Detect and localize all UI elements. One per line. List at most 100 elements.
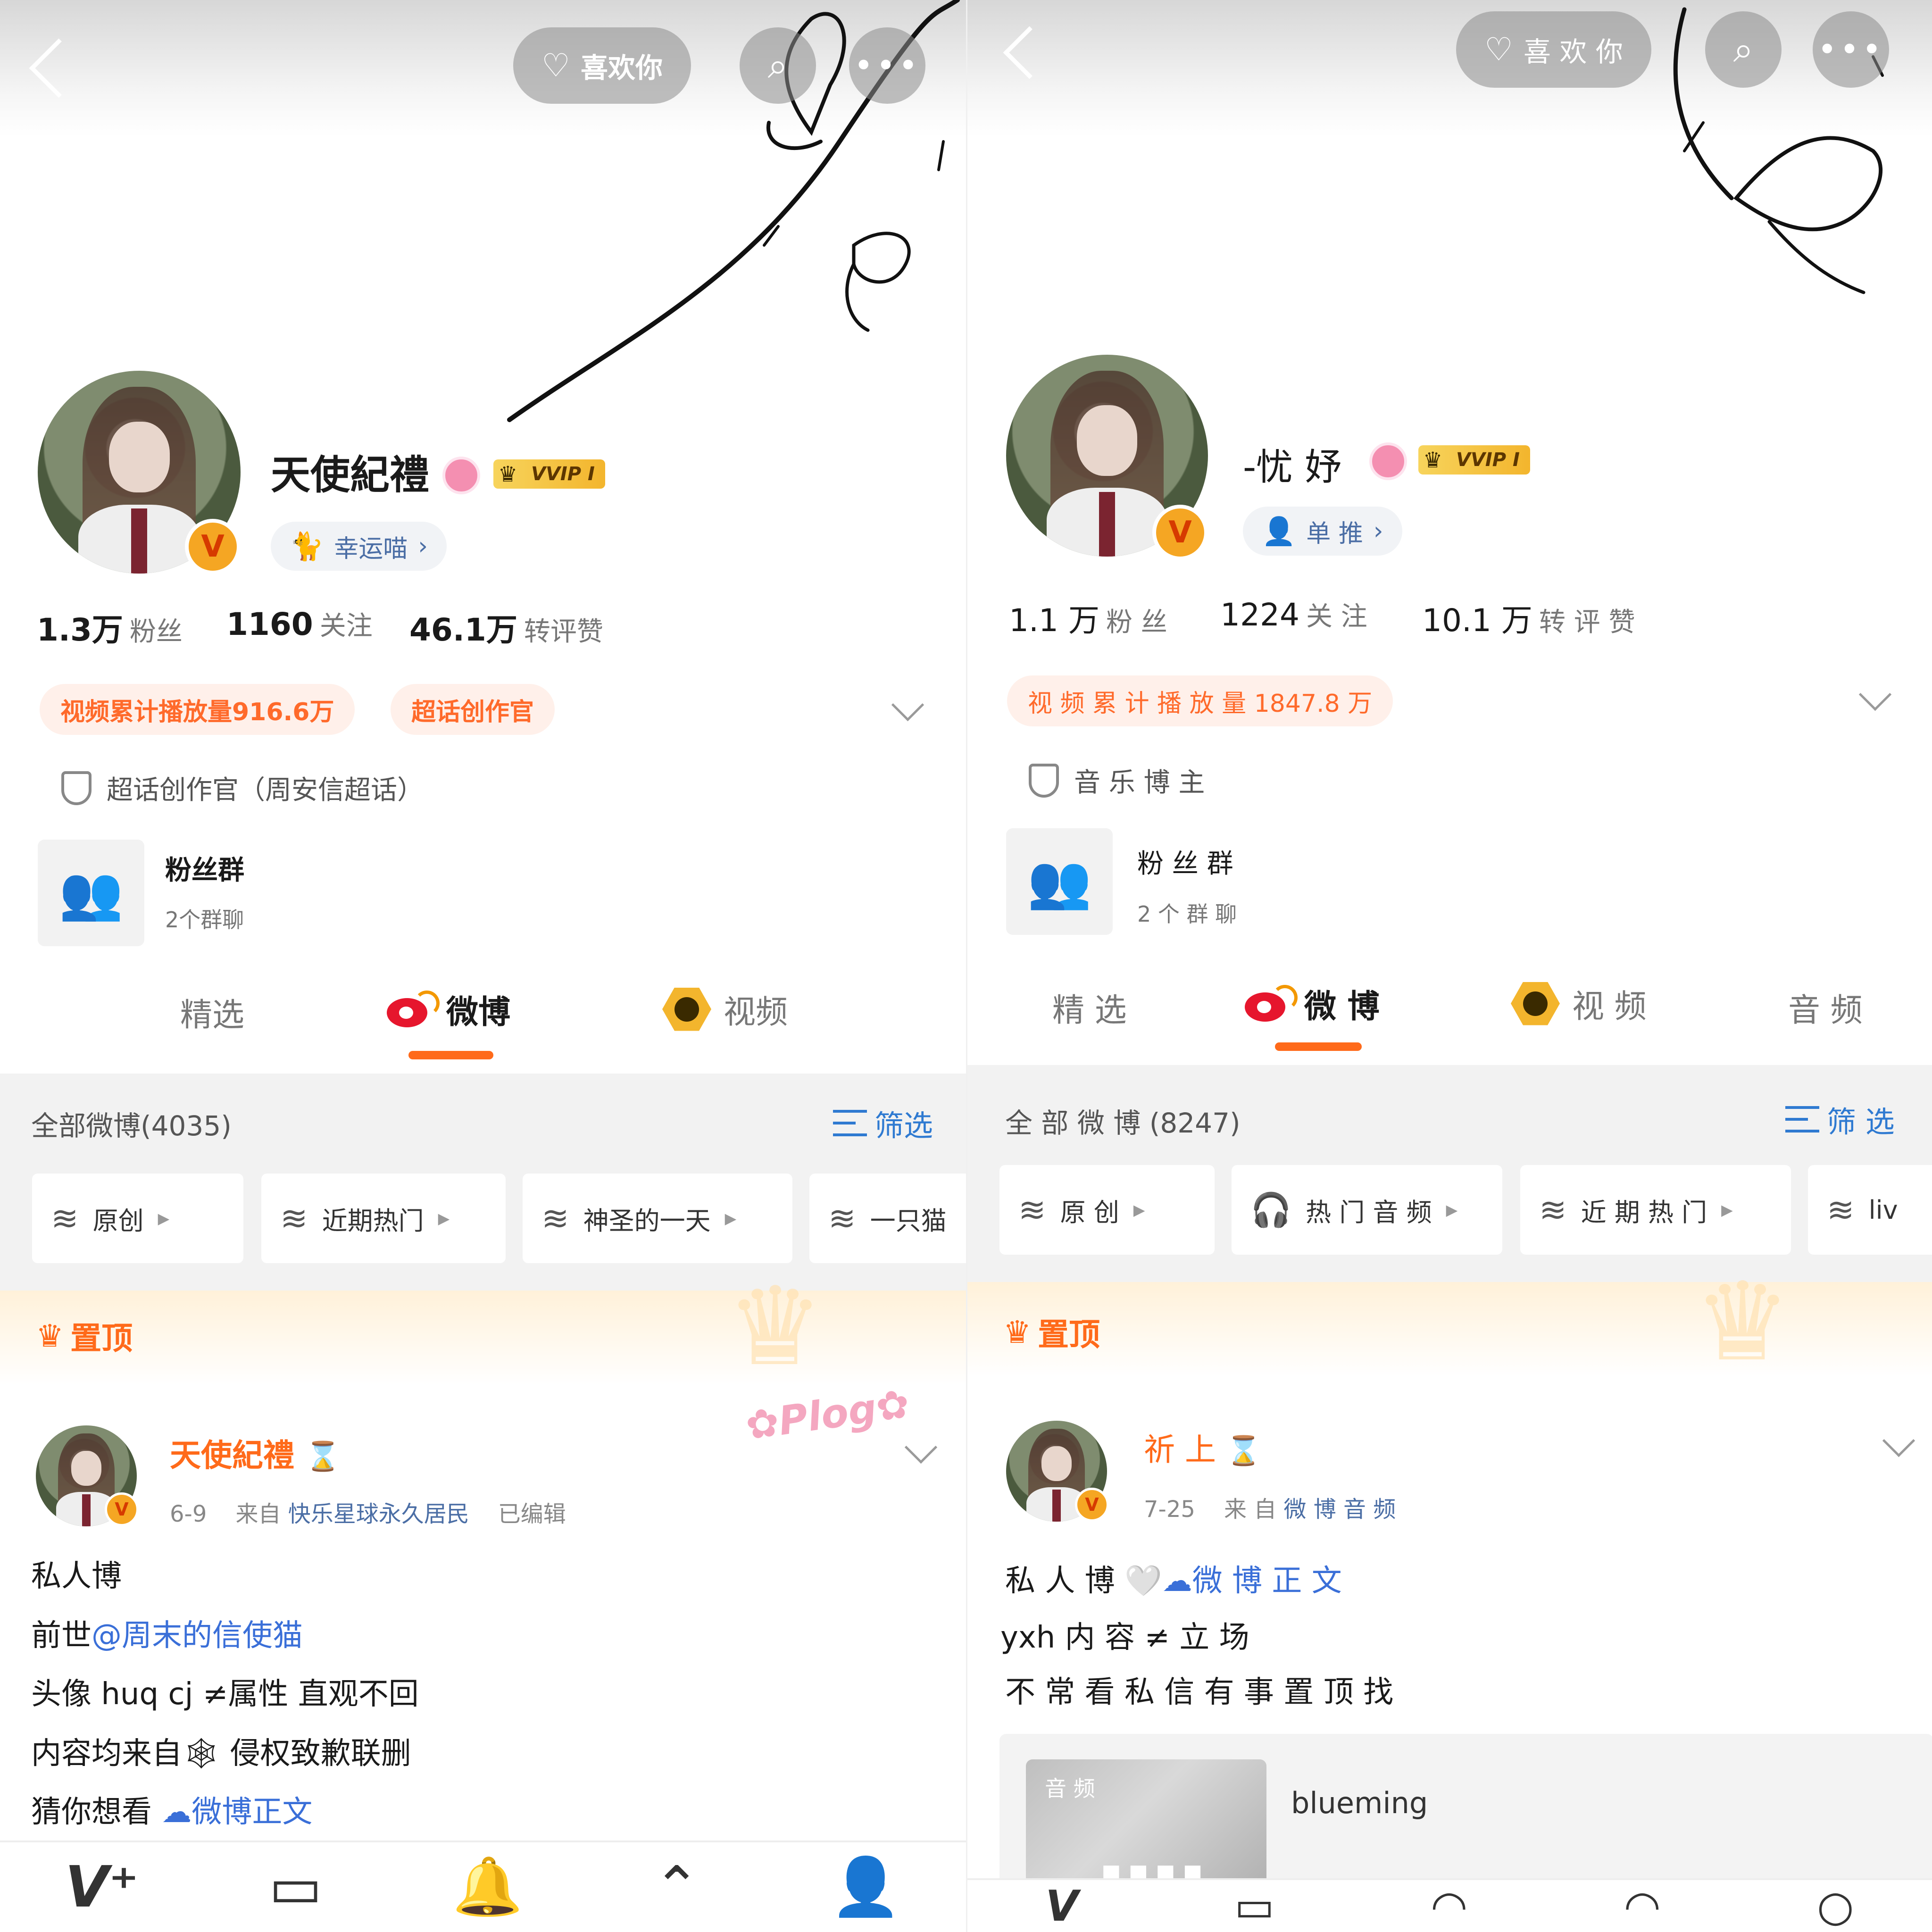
reposts-stat[interactable]: 10.1 万转 评 赞 <box>1422 595 1635 641</box>
following-stat[interactable]: 1160 关注 <box>226 605 373 643</box>
post-date: 7-25 <box>1144 1496 1195 1523</box>
chip-original[interactable]: ≋ 原创 ▶ <box>32 1174 243 1263</box>
group-icon: 👥 <box>58 862 124 923</box>
like-you-button[interactable]: ♡ 喜 欢 你 <box>1456 11 1651 88</box>
chip-hot-audio[interactable]: 🎧 热 门 音 频 ▶ <box>1232 1165 1502 1255</box>
chip-recent-hot[interactable]: ≋ 近期热门 ▶ <box>261 1174 506 1263</box>
chevron-down-icon[interactable] <box>891 688 924 722</box>
fan-group-title[interactable]: 粉 丝 群 <box>1137 842 1233 881</box>
post-meta: 6-9 来自 快乐星球永久居民 已编辑 <box>170 1495 566 1528</box>
profile-tag-pill[interactable]: 🐈 幸运喵 › <box>271 522 447 571</box>
tab-video[interactable]: 视 频 <box>1511 980 1647 1027</box>
video-logo-icon <box>662 987 711 1031</box>
cat-icon: 🐈 <box>290 530 324 562</box>
filter-icon <box>1785 1106 1819 1133</box>
pink-badge-icon[interactable] <box>1369 442 1407 480</box>
tab-weibo[interactable]: 微 博 <box>1245 980 1380 1027</box>
crown-icon: ♛ <box>498 461 518 487</box>
reposts-count: 10.1 万 <box>1422 602 1532 639</box>
fan-group-icon-box[interactable]: 👥 <box>38 840 144 946</box>
followers-label: 粉 丝 <box>1106 607 1167 638</box>
post-source-link[interactable]: 快乐星球永久居民 <box>288 1501 469 1527</box>
vvip-badge[interactable]: ♛ VVIP I <box>493 459 605 489</box>
post-line-2: yxh 内 容 ≠ 立 场 <box>1000 1620 1249 1655</box>
user-switch-icon[interactable]: ○ <box>1817 1882 1854 1931</box>
chip-a-cat[interactable]: ≋ 一只猫 <box>809 1174 966 1263</box>
tab-audio[interactable]: 音 频 <box>1788 984 1863 1031</box>
following-stat[interactable]: 1224 关 注 <box>1220 595 1367 633</box>
fan-group-title[interactable]: 粉丝群 <box>165 849 244 887</box>
post-menu-chevron-icon[interactable] <box>1882 1424 1915 1457</box>
followers-count: 1.3万 <box>37 612 123 648</box>
post-author-label: 天使紀禮 <box>170 1437 294 1474</box>
following-label: 关 注 <box>1306 601 1367 632</box>
all-posts-count: 全 部 微 博 (8247) <box>1005 1107 1241 1139</box>
filter-button[interactable]: 筛选 <box>833 1102 933 1144</box>
mention-link[interactable]: @周末的信使猫 <box>92 1618 303 1653</box>
bottom-toolbar: V⁺ ▭ 🔔 ⌃ 👤 <box>0 1840 966 1932</box>
post-line-3: 不 常 看 私 信 有 事 置 顶 找 <box>1005 1675 1394 1710</box>
weibo-article-link[interactable]: ☁微 博 正 文 <box>1162 1564 1342 1599</box>
search-button[interactable]: ⌕ <box>1705 11 1782 88</box>
post-author-name[interactable]: 祈 上 ⌛ <box>1144 1424 1261 1470</box>
certification-text: 音 乐 博 主 <box>1074 767 1205 798</box>
vvip-badge[interactable]: ♛ VVIP I <box>1418 445 1530 475</box>
fan-group-icon-box[interactable]: 👥 <box>1006 828 1113 935</box>
post-source-link[interactable]: 微 博 音 频 <box>1284 1496 1396 1523</box>
tab-video[interactable]: 视频 <box>662 986 788 1033</box>
post-menu-chevron-icon[interactable] <box>904 1431 938 1464</box>
certification-row: 音 乐 博 主 <box>1029 761 1205 799</box>
followers-label: 粉丝 <box>129 616 183 647</box>
post-line-3: 头像 huq cj ≠属性 直观不回 <box>31 1677 419 1712</box>
verified-badge-icon: V <box>185 519 241 575</box>
video-plays-badge[interactable]: 视 频 累 计 播 放 量 1847.8 万 <box>1007 675 1393 726</box>
reposts-stat[interactable]: 46.1万 转评赞 <box>409 605 603 650</box>
search-button[interactable]: ⌕ <box>740 27 816 104</box>
tab-weibo[interactable]: 微博 <box>387 986 510 1033</box>
more-button[interactable]: ••• <box>1813 11 1889 88</box>
chip-label: liv <box>1868 1195 1898 1225</box>
post-meta: 7-25 来 自 微 博 音 频 <box>1144 1491 1396 1524</box>
triangle-right-icon: ▶ <box>1446 1201 1458 1219</box>
vplus-icon[interactable]: V⁺ <box>65 1855 139 1920</box>
weibo-logo-icon <box>387 990 440 1028</box>
tab-featured[interactable]: 精选 <box>180 989 244 1035</box>
chip-live[interactable]: ≋ liv <box>1808 1165 1932 1255</box>
post-line-text: 前世 <box>31 1618 92 1653</box>
vplus-icon[interactable]: V <box>1045 1882 1078 1931</box>
super-topic-badge[interactable]: 超话创作官 <box>391 684 555 735</box>
more-button[interactable]: ••• <box>849 27 925 104</box>
comment-icon[interactable]: ▭ <box>1234 1882 1274 1931</box>
post-line-1: 私 人 博 🤍☁微 博 正 文 <box>1005 1557 1342 1600</box>
chip-holy-day[interactable]: ≋ 神圣的一天 ▶ <box>523 1174 792 1263</box>
tab-featured[interactable]: 精 选 <box>1052 984 1127 1031</box>
chevron-right-icon: › <box>418 532 428 560</box>
followers-stat[interactable]: 1.1 万粉 丝 <box>1009 595 1167 641</box>
headphones-icon: 🎧 <box>1250 1190 1292 1229</box>
like-you-button[interactable]: ♡ 喜欢你 <box>513 27 691 104</box>
bell-add-icon[interactable]: ◠ <box>1431 1882 1468 1931</box>
chip-label: 热 门 音 频 <box>1306 1197 1432 1227</box>
audio-title[interactable]: blueming <box>1291 1786 1428 1820</box>
chip-original[interactable]: ≋ 原 创 ▶ <box>999 1165 1215 1255</box>
pink-badge-icon[interactable] <box>442 457 480 494</box>
profile-tag-pill[interactable]: 👤 单 推 › <box>1243 507 1402 556</box>
post-from-label: 来自 <box>235 1501 281 1527</box>
video-plays-badge[interactable]: 视频累计播放量916.6万 <box>40 684 355 735</box>
bell-add-icon[interactable]: 🔔 <box>452 1854 523 1920</box>
user-switch-icon[interactable]: 👤 <box>831 1854 901 1920</box>
chip-recent-hot[interactable]: ≋ 近 期 热 门 ▶ <box>1520 1165 1791 1255</box>
chevron-down-icon[interactable] <box>1858 678 1892 711</box>
profile-name: 天使紀禮 <box>271 452 430 498</box>
hand-heart-icon: ♡ <box>1484 31 1513 68</box>
certification-row: 超话创作官（周安信超话） <box>61 769 424 807</box>
tab-weibo-label: 微 博 <box>1304 988 1380 1025</box>
followers-count: 1.1 万 <box>1009 602 1099 639</box>
comment-icon[interactable]: ▭ <box>269 1855 322 1920</box>
filter-button[interactable]: 筛 选 <box>1785 1098 1895 1141</box>
scroll-top-icon[interactable]: ⌃ <box>653 1855 700 1920</box>
weibo-article-link[interactable]: ☁微博正文 <box>161 1795 312 1830</box>
scroll-top-icon[interactable]: ◠ <box>1624 1882 1661 1931</box>
post-author-name[interactable]: 天使紀禮 ⌛ <box>170 1430 341 1475</box>
followers-stat[interactable]: 1.3万 粉丝 <box>37 605 183 650</box>
